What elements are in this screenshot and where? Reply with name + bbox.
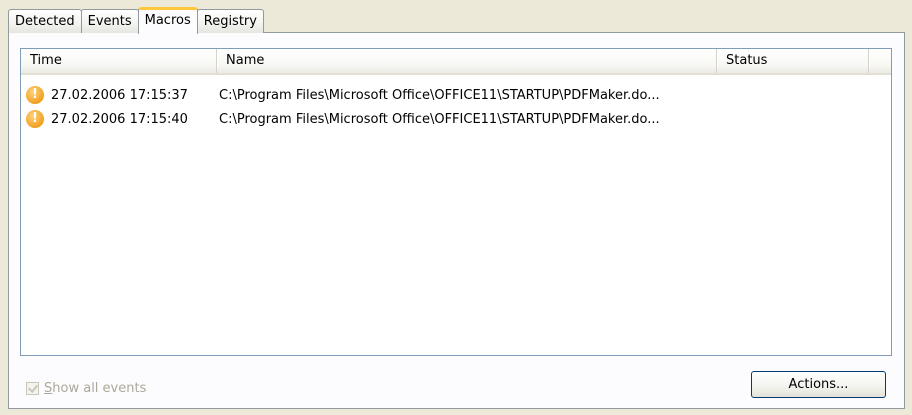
macros-list[interactable]: Time Name Status ! 27.02.2006 17:15:37 C… (20, 48, 892, 356)
list-item[interactable]: ! 27.02.2006 17:15:40 C:\Program Files\M… (21, 107, 891, 131)
tab-events[interactable]: Events (80, 9, 139, 33)
column-header-name[interactable]: Name (217, 49, 718, 73)
macros-panel-window: Detected Events Macros Registry Time Nam… (0, 0, 912, 415)
list-item[interactable]: ! 27.02.2006 17:15:37 C:\Program Files\M… (21, 83, 891, 107)
show-all-events-checkbox[interactable]: Show all events (26, 381, 146, 396)
list-rows: ! 27.02.2006 17:15:37 C:\Program Files\M… (21, 83, 891, 131)
tab-macros[interactable]: Macros (137, 7, 198, 34)
warning-icon: ! (26, 86, 44, 104)
warning-icon: ! (26, 110, 44, 128)
cell-name: C:\Program Files\Microsoft Office\OFFICE… (219, 87, 660, 103)
column-header-status[interactable]: Status (717, 49, 870, 73)
tab-panel-macros: Time Name Status ! 27.02.2006 17:15:37 C… (8, 32, 905, 409)
actions-button[interactable]: Actions... (751, 371, 886, 398)
tab-strip: Detected Events Macros Registry (8, 7, 264, 34)
tab-detected[interactable]: Detected (8, 9, 82, 33)
check-mark-icon (27, 382, 39, 393)
checkbox-box[interactable] (26, 382, 39, 395)
cell-name: C:\Program Files\Microsoft Office\OFFICE… (219, 111, 660, 127)
show-all-events-label: Show all events (44, 381, 146, 396)
column-header-filler (869, 49, 891, 73)
cell-time: 27.02.2006 17:15:37 (51, 87, 188, 103)
label-rest: how all events (52, 381, 147, 396)
tab-registry[interactable]: Registry (196, 9, 264, 33)
cell-time: 27.02.2006 17:15:40 (51, 111, 188, 127)
list-header: Time Name Status (21, 49, 891, 75)
column-header-time[interactable]: Time (21, 49, 218, 73)
